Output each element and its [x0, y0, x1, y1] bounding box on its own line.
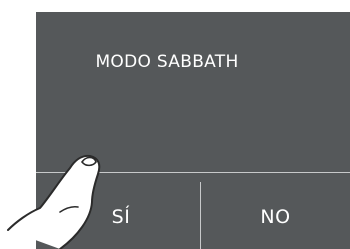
no-button[interactable]: NO [201, 173, 350, 249]
yes-button[interactable]: SÍ [36, 173, 200, 249]
dialog-title: MODO SABBATH [95, 52, 239, 72]
no-button-label: NO [260, 206, 291, 228]
yes-button-label: SÍ [111, 206, 131, 228]
device-screen: MODO SABBATH SÍ NO [36, 12, 350, 249]
